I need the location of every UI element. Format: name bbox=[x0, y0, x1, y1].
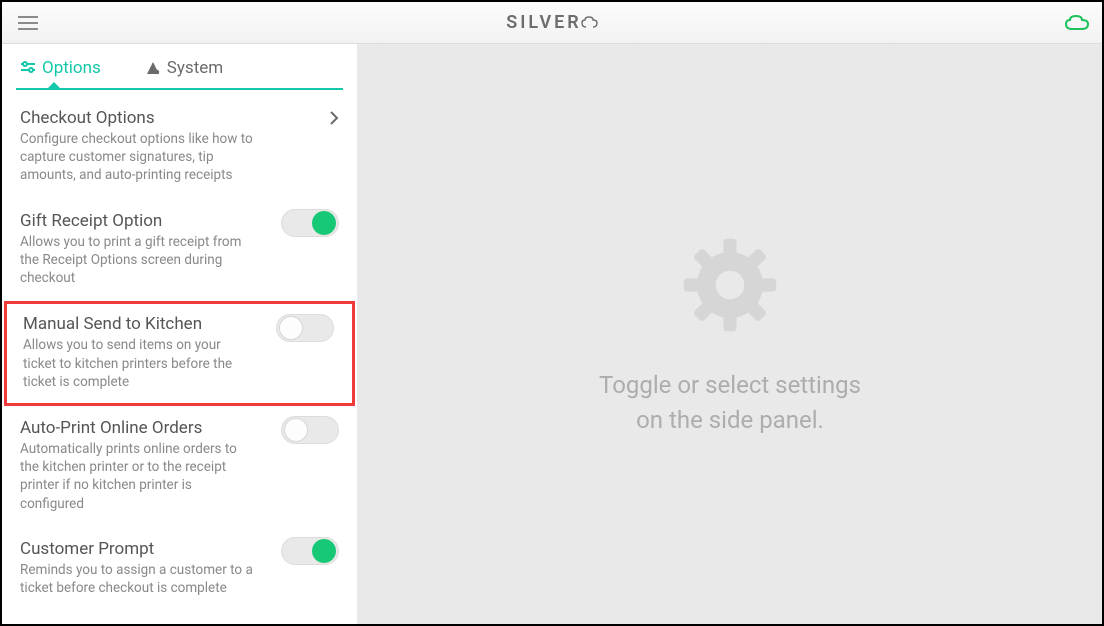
app-logo: SILVER bbox=[506, 12, 602, 33]
app-header: SILVER bbox=[2, 2, 1102, 44]
tab-options-label: Options bbox=[42, 58, 101, 78]
main-text-line2: on the side panel. bbox=[599, 403, 861, 438]
chevron-right-icon bbox=[329, 623, 339, 624]
toggle-customer-prompt[interactable] bbox=[281, 537, 339, 565]
setting-customer-prompt: Customer Prompt Reminds you to assign a … bbox=[2, 527, 357, 611]
cloud-status-icon[interactable] bbox=[1064, 13, 1092, 33]
setting-auto-print-online: Auto-Print Online Orders Automatically p… bbox=[2, 406, 357, 527]
toggle-auto-print[interactable] bbox=[281, 416, 339, 444]
setting-desc: Reminds you to assign a customer to a ti… bbox=[20, 561, 339, 597]
setting-title: Checkout Options bbox=[20, 108, 339, 128]
menu-icon[interactable] bbox=[12, 10, 44, 36]
main-text-line1: Toggle or select settings bbox=[599, 368, 861, 403]
settings-list[interactable]: Checkout Options Configure checkout opti… bbox=[2, 90, 357, 624]
setting-gift-receipt: Gift Receipt Option Allows you to print … bbox=[2, 199, 357, 302]
setting-table-tag-assignment[interactable]: Table/Tag Assignment None bbox=[2, 611, 357, 624]
gear-icon bbox=[675, 230, 785, 344]
toggle-manual-send[interactable] bbox=[276, 314, 334, 342]
sliders-icon bbox=[20, 60, 36, 76]
chevron-right-icon bbox=[329, 110, 339, 130]
toggle-gift-receipt[interactable] bbox=[281, 209, 339, 237]
setting-checkout-options[interactable]: Checkout Options Configure checkout opti… bbox=[2, 96, 357, 199]
content-area: Options System Checkout Options Configur… bbox=[2, 44, 1102, 624]
tab-options[interactable]: Options bbox=[16, 52, 111, 88]
main-panel: Toggle or select settings on the side pa… bbox=[358, 44, 1102, 624]
logo-cloud-icon bbox=[580, 15, 602, 31]
settings-sidebar: Options System Checkout Options Configur… bbox=[2, 44, 358, 624]
setting-value: None bbox=[277, 623, 317, 624]
sidebar-tabs: Options System bbox=[16, 52, 343, 90]
setting-desc: Automatically prints online orders to th… bbox=[20, 440, 339, 513]
setting-desc: Configure checkout options like how to c… bbox=[20, 130, 339, 185]
main-placeholder-text: Toggle or select settings on the side pa… bbox=[599, 368, 861, 438]
setting-desc: Allows you to print a gift receipt from … bbox=[20, 233, 339, 288]
system-icon bbox=[145, 60, 161, 76]
setting-desc: Allows you to send items on your ticket … bbox=[23, 336, 336, 391]
tab-system-label: System bbox=[167, 58, 223, 78]
tab-system[interactable]: System bbox=[141, 52, 233, 88]
logo-text: SILVER bbox=[506, 12, 582, 33]
setting-manual-send-kitchen: Manual Send to Kitchen Allows you to sen… bbox=[4, 301, 355, 406]
